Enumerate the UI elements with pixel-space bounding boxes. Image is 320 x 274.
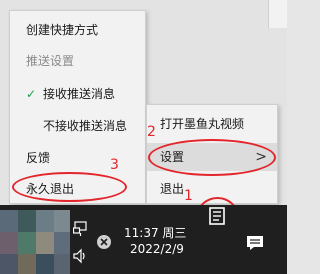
menu-item-open-app[interactable]: 打开墨鱼丸视频 (147, 110, 277, 138)
annotation-step-1: 1 (184, 188, 193, 204)
menu-item-label: 接收推送消息 (43, 87, 116, 101)
menu-item-label: 退出 (160, 182, 185, 196)
menu-item-label: 不接收推送消息 (43, 119, 128, 133)
volume-icon[interactable] (72, 248, 88, 268)
menu-header-push-settings: 推送设置 (10, 47, 145, 75)
menu-item-receive-push[interactable]: ✓ 接收推送消息 (10, 80, 145, 108)
menu-item-feedback[interactable]: 反馈 (10, 144, 145, 172)
menu-item-label: 创建快捷方式 (26, 23, 99, 37)
annotation-ring-quit (12, 172, 127, 202)
clock-time[interactable]: 11:37 周三 (124, 224, 186, 241)
notification-icon[interactable] (246, 234, 264, 256)
annotation-step-3: 3 (110, 157, 119, 173)
clock-date[interactable]: 2022/2/9 (130, 242, 184, 256)
blurred-thumbnail (0, 210, 70, 274)
menu-item-label: 打开墨鱼丸视频 (160, 117, 245, 131)
check-icon: ✓ (26, 87, 37, 101)
window-edge (268, 0, 287, 28)
annotation-ring-settings (148, 139, 276, 176)
annotation-step-2: 2 (147, 124, 156, 140)
document-icon[interactable] (207, 206, 227, 230)
menu-item-reject-push[interactable]: 不接收推送消息 (10, 112, 145, 140)
network-icon[interactable] (72, 221, 89, 241)
menu-item-label: 推送设置 (26, 54, 75, 68)
menu-item-create-shortcut[interactable]: 创建快捷方式 (10, 16, 145, 44)
menu-item-label: 反馈 (26, 151, 51, 165)
close-icon[interactable] (96, 234, 112, 254)
